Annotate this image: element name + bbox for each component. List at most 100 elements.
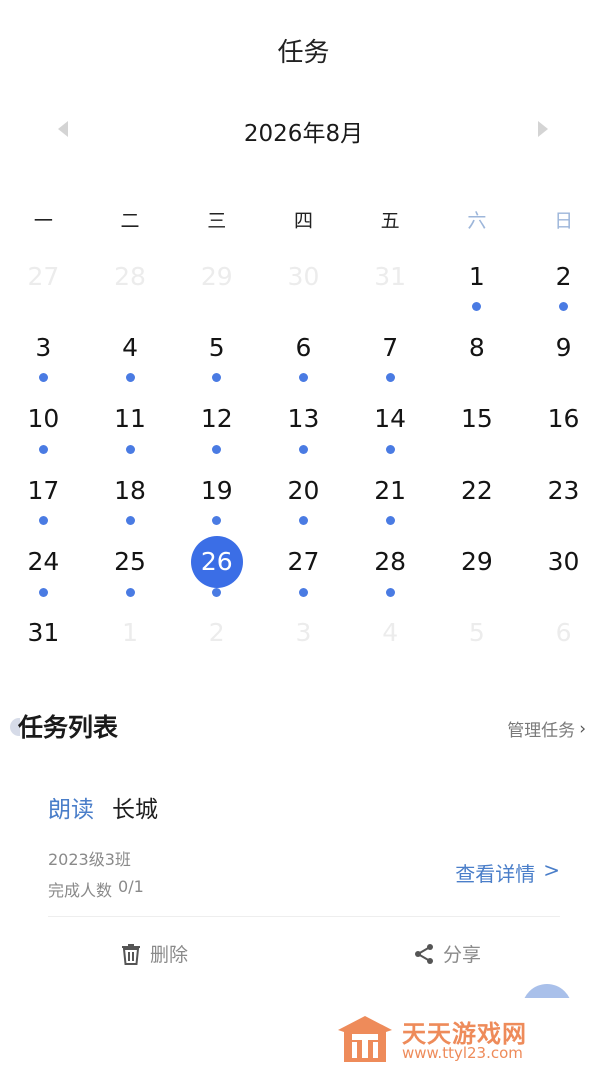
calendar-day[interactable]: 28 — [347, 526, 434, 597]
task-marker-dot — [559, 302, 569, 311]
share-button[interactable]: 分享 — [413, 940, 481, 967]
calendar-day[interactable]: 29 — [434, 526, 521, 597]
calendar-day-outside[interactable]: 2 — [173, 597, 260, 668]
task-marker-dot — [298, 444, 308, 454]
calendar-day[interactable]: 31 — [0, 597, 87, 668]
task-marker-dot — [38, 444, 48, 454]
calendar-day[interactable]: 16 — [520, 383, 607, 454]
day-number: 23 — [547, 475, 580, 505]
calendar-day-outside[interactable]: 31 — [347, 240, 434, 311]
manage-tasks-link[interactable]: 管理任务 › — [507, 716, 586, 742]
weekday-label: 一 — [33, 210, 53, 232]
calendar-day-outside[interactable]: 28 — [87, 240, 174, 311]
task-marker-dot — [125, 516, 135, 526]
task-marker-dot — [125, 373, 135, 383]
task-completion: 完成人数 0/1 — [48, 877, 144, 901]
calendar-day[interactable]: 5 — [173, 311, 260, 383]
calendar-day-outside[interactable]: 4 — [347, 597, 434, 668]
task-marker-dot — [212, 444, 222, 454]
calendar-day-outside[interactable]: 27 — [0, 240, 87, 311]
day-number: 5 — [468, 618, 485, 648]
day-number: 6 — [555, 618, 572, 648]
watermark: 天天游戏网 www.ttyl23.com — [336, 1010, 566, 1070]
calendar-day[interactable]: 17 — [0, 454, 87, 526]
calendar-day[interactable]: 21 — [347, 454, 434, 526]
weekday-label: 二 — [120, 210, 140, 232]
calendar-day[interactable]: 9 — [520, 311, 607, 382]
task-name: 长城 — [112, 797, 158, 823]
weekday-label: 日 — [554, 210, 574, 232]
day-number: 9 — [555, 332, 572, 362]
calendar-day[interactable]: 7 — [347, 311, 434, 383]
task-marker-dot — [38, 516, 48, 526]
day-number: 17 — [27, 475, 60, 505]
task-marker-dot — [38, 587, 48, 597]
day-number: 24 — [27, 547, 60, 577]
day-number: 16 — [547, 404, 580, 434]
delete-button[interactable]: 删除 — [120, 940, 188, 967]
calendar-day[interactable]: 13 — [260, 383, 347, 454]
day-number: 30 — [287, 261, 320, 291]
day-number: 4 — [122, 332, 138, 362]
calendar-day[interactable]: 3 — [0, 311, 87, 383]
page-title: 任务 — [277, 38, 330, 68]
delete-label: 删除 — [150, 944, 189, 966]
calendar-day[interactable]: 2 — [520, 240, 607, 311]
day-number: 29 — [200, 261, 233, 291]
calendar-day[interactable]: 19 — [173, 454, 260, 526]
calendar-day[interactable]: 10 — [0, 383, 87, 454]
floating-button[interactable] — [522, 984, 572, 998]
calendar-day[interactable]: 26 — [173, 526, 260, 597]
calendar-day[interactable]: 24 — [0, 526, 87, 597]
calendar-day-outside[interactable]: 6 — [520, 597, 607, 668]
calendar-day[interactable]: 11 — [87, 383, 174, 454]
watermark-logo-icon — [338, 1016, 392, 1062]
calendar-day[interactable]: 18 — [87, 454, 174, 526]
task-marker-dot — [212, 587, 222, 597]
calendar-day[interactable]: 20 — [260, 454, 347, 526]
calendar-day[interactable]: 8 — [434, 311, 521, 382]
day-number: 3 — [35, 332, 52, 362]
calendar-day[interactable]: 12 — [173, 383, 260, 454]
calendar-day-outside[interactable]: 1 — [87, 597, 174, 668]
day-number: 28 — [374, 547, 407, 577]
day-number: 31 — [27, 618, 60, 648]
next-month-button[interactable] — [528, 114, 558, 144]
task-marker-dot — [38, 373, 48, 383]
day-number: 6 — [295, 332, 312, 362]
calendar-day[interactable]: 30 — [520, 526, 607, 597]
calendar-day[interactable]: 27 — [260, 526, 347, 597]
card-divider — [48, 916, 560, 917]
calendar-day-outside[interactable]: 29 — [173, 240, 260, 311]
calendar-day[interactable]: 23 — [520, 454, 607, 525]
calendar-day[interactable]: 15 — [434, 383, 521, 454]
day-number: 18 — [114, 475, 146, 505]
task-marker-dot — [385, 373, 395, 383]
trash-icon — [120, 943, 142, 965]
task-list-title: 任务列表 — [18, 713, 119, 742]
chevron-right-icon: › — [579, 718, 586, 739]
task-marker-dot — [212, 516, 222, 526]
calendar-day[interactable]: 25 — [87, 526, 174, 597]
calendar-day-outside[interactable]: 30 — [260, 240, 347, 311]
view-details-link[interactable]: 查看详情 > — [455, 858, 560, 887]
task-list-header: 任务列表 管理任务 › — [18, 708, 588, 748]
calendar-day-outside[interactable]: 5 — [434, 597, 521, 668]
day-number: 25 — [114, 547, 146, 577]
share-icon — [413, 943, 435, 965]
task-marker-dot — [125, 444, 135, 454]
completion-label: 完成人数 — [48, 881, 113, 900]
calendar-day[interactable]: 14 — [347, 383, 434, 454]
calendar-day[interactable]: 4 — [87, 311, 174, 383]
month-label: 2026年8月 — [243, 121, 364, 147]
day-number: 27 — [27, 261, 60, 291]
calendar-day[interactable]: 22 — [434, 454, 521, 525]
task-marker-dot — [125, 587, 135, 597]
day-number: 19 — [200, 475, 233, 505]
day-number: 12 — [200, 404, 233, 434]
calendar-day-outside[interactable]: 3 — [260, 597, 347, 668]
day-number: 22 — [460, 475, 493, 505]
day-number: 1 — [122, 618, 138, 648]
calendar-day[interactable]: 1 — [434, 240, 521, 311]
calendar-day[interactable]: 6 — [260, 311, 347, 383]
